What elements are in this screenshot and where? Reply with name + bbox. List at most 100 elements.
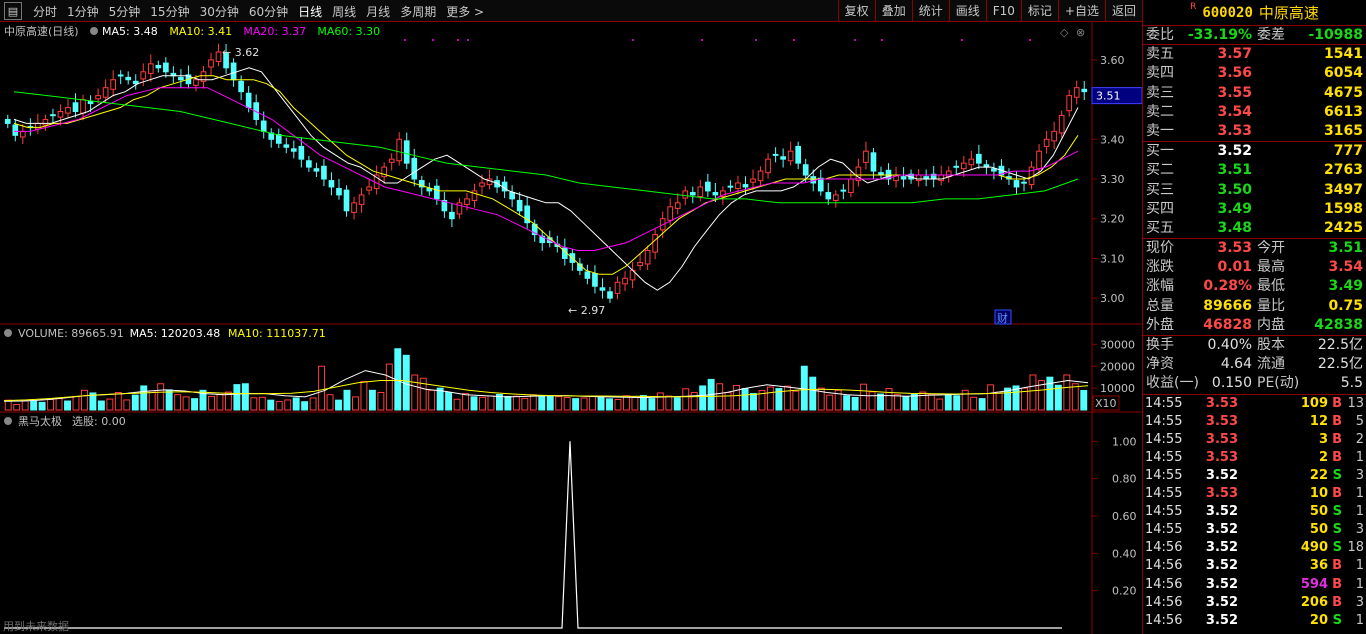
tick-list[interactable]: 14:55 3.53 109 B 13 14:55 3.53 12 B 5 14:55 3.53 3 B 2… <box>1143 395 1366 630</box>
sell-level-4[interactable]: 卖四 3.56 6054 <box>1143 64 1366 83</box>
tick-time: 14:56 <box>1145 594 1183 610</box>
volume-bar <box>97 400 105 411</box>
volume-bar <box>851 397 859 411</box>
candle-body <box>689 192 696 196</box>
tick-row: 14:55 3.53 2 B 1 <box>1143 449 1366 467</box>
vol-tick-label: 30000 <box>1100 338 1135 351</box>
period-tab-2[interactable]: 5分钟 <box>104 3 146 20</box>
buy-level-2[interactable]: 买二 3.51 2763 <box>1143 161 1366 180</box>
high-annotation: ← 3.62 <box>222 46 259 59</box>
sell-level-5[interactable]: 卖五 3.57 1541 <box>1143 45 1366 64</box>
action-button-7[interactable]: 返回 <box>1104 0 1142 22</box>
sell-level-2[interactable]: 卖二 3.54 6613 <box>1143 103 1366 122</box>
level-label: 卖五 <box>1146 46 1174 63</box>
tick-count: 13 <box>1347 395 1364 411</box>
volume-bar <box>529 394 537 411</box>
volume-bar <box>673 397 681 411</box>
tick-volume: 50 <box>1309 504 1328 520</box>
action-button-2[interactable]: 统计 <box>911 0 949 22</box>
stat-label: 量比 <box>1257 297 1285 314</box>
volume-bar <box>21 400 29 411</box>
volume-bar <box>877 393 884 411</box>
tick-side: S <box>1332 467 1342 483</box>
period-tab-4[interactable]: 30分钟 <box>195 3 244 20</box>
chart-area[interactable]: 3.603.503.403.303.203.103.00中原高速(日线)MA5:… <box>0 22 1143 634</box>
tick-time: 14:55 <box>1145 431 1183 447</box>
volume-bar <box>885 388 893 411</box>
candle-body <box>817 177 824 192</box>
fund-row: 换手 0.40% 股本 22.5亿 <box>1143 336 1366 355</box>
period-tab-7[interactable]: 周线 <box>327 3 361 20</box>
period-tab-3[interactable]: 15分钟 <box>145 3 194 20</box>
candle-body <box>434 185 440 200</box>
volume-bar <box>631 396 639 411</box>
period-tab-9[interactable]: 多周期 <box>395 3 441 20</box>
volume-bar <box>563 397 571 411</box>
period-tab-5[interactable]: 60分钟 <box>244 3 293 20</box>
tick-count: 3 <box>1355 594 1364 610</box>
volume-bar <box>733 385 741 411</box>
action-button-0[interactable]: 复权 <box>837 0 875 22</box>
candle-body <box>125 76 132 81</box>
period-tab-8[interactable]: 月线 <box>361 3 395 20</box>
volume-bar <box>580 397 588 411</box>
action-button-6[interactable]: +自选 <box>1057 0 1105 22</box>
tick-row: 14:56 3.52 490 S 18 <box>1143 539 1366 557</box>
candle-body <box>802 164 809 176</box>
chart-actions: 复权 叠加 统计 画线 F10 标记 +自选 返回 <box>837 0 1142 22</box>
action-button-3[interactable]: 画线 <box>948 0 986 22</box>
fund-value: 5.5 <box>1340 375 1363 392</box>
stat-label: 涨跌 <box>1146 259 1174 276</box>
volume-bar <box>716 383 724 411</box>
volume-bar <box>622 395 630 411</box>
period-tab-1[interactable]: 1分钟 <box>62 3 104 20</box>
volume-bar <box>589 395 597 411</box>
volume-bar <box>919 391 927 411</box>
volume-bar <box>936 398 944 411</box>
candle-body <box>697 186 704 197</box>
period-tab-6[interactable]: 日线 <box>293 3 327 20</box>
stat-value: 3.54 <box>1328 259 1363 276</box>
buy-level-3[interactable]: 买三 3.50 3497 <box>1143 181 1366 200</box>
volume-bar <box>258 396 266 411</box>
candle-body <box>80 99 86 114</box>
menu-icon[interactable]: ▤ <box>4 2 22 20</box>
candle-body <box>343 189 350 212</box>
candle-body <box>742 184 749 188</box>
action-button-4[interactable]: F10 <box>985 0 1021 22</box>
candle-body <box>599 287 606 291</box>
volume-bar <box>385 363 393 411</box>
candle-body <box>1058 114 1065 134</box>
buy-level-4[interactable]: 买四 3.49 1598 <box>1143 200 1366 219</box>
period-tab-0[interactable]: 分时 <box>28 3 62 20</box>
action-button-1[interactable]: 叠加 <box>874 0 912 22</box>
kline-chart[interactable]: 3.603.503.403.303.203.103.00中原高速(日线)MA5:… <box>0 22 1143 634</box>
buy-level-1[interactable]: 买一 3.52 777 <box>1143 142 1366 161</box>
candle-body <box>644 249 651 265</box>
tick-price: 3.52 <box>1205 522 1238 538</box>
buy-level-5[interactable]: 买五 3.48 2425 <box>1143 219 1366 238</box>
tick-price: 3.53 <box>1205 395 1238 411</box>
level-volume: 3165 <box>1324 122 1363 139</box>
candle-body <box>328 180 335 188</box>
volume-bar <box>275 400 283 411</box>
tick-row: 14:56 3.52 20 S 1 <box>1143 612 1366 630</box>
volume-bar <box>55 398 63 411</box>
tick-count: 3 <box>1355 522 1364 538</box>
candle-body <box>95 95 101 100</box>
period-tab-10[interactable]: 更多 > <box>441 3 489 20</box>
volume-bar <box>1071 383 1079 411</box>
candle-body <box>163 62 169 73</box>
tick-row: 14:55 3.52 22 S 3 <box>1143 467 1366 485</box>
candle-body <box>735 182 741 190</box>
action-button-5[interactable]: 标记 <box>1020 0 1058 22</box>
stock-header: R 600020 中原高速 <box>1143 0 1366 26</box>
sell-level-3[interactable]: 卖三 3.55 4675 <box>1143 84 1366 103</box>
indicator-line <box>4 441 1062 629</box>
tick-row: 14:56 3.52 594 B 1 <box>1143 576 1366 594</box>
candle-body <box>50 114 56 117</box>
tick-price: 3.52 <box>1205 594 1238 610</box>
volume-bar <box>318 365 326 411</box>
sell-level-1[interactable]: 卖一 3.53 3165 <box>1143 122 1366 141</box>
candle-body <box>750 178 756 183</box>
